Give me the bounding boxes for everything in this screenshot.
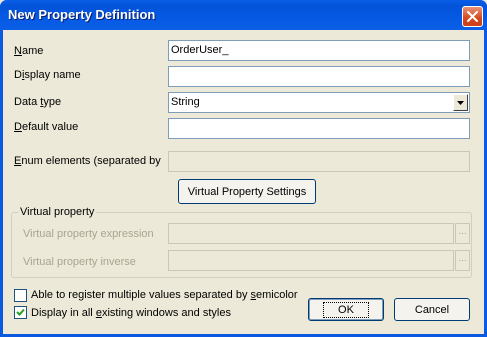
cancel-button[interactable]: Cancel [394,298,470,321]
data-type-select[interactable]: String [168,92,470,113]
expression-browse-button: ... [455,223,470,244]
title-bar[interactable]: New Property Definition [0,0,487,30]
close-icon [467,11,478,22]
window-title: New Property Definition [8,7,156,22]
virtual-property-group-title: Virtual property [18,206,97,218]
name-label: Name [14,45,44,57]
enum-elements-label: Enum elements (separated by [14,155,161,167]
dropdown-button[interactable] [453,94,468,111]
dialog-window: New Property Definition Name OrderUser_ … [0,0,487,337]
ok-button-label: OK [323,301,369,318]
multiple-values-checkbox[interactable] [14,289,27,302]
data-type-value: String [171,96,200,108]
data-type-label: Data type [14,96,62,108]
close-button[interactable] [462,6,483,27]
virtual-property-expression-input [168,223,454,244]
dialog-client: Name OrderUser_ Display name Data type S… [3,30,484,334]
virtual-property-inverse-input [168,250,454,271]
enum-elements-input [168,151,470,172]
chevron-down-icon [457,101,464,105]
checkmark-icon [16,308,25,316]
virtual-property-settings-button[interactable]: Virtual Property Settings [178,179,316,204]
default-value-input[interactable] [168,118,470,139]
multiple-values-label[interactable]: Able to register multiple values separat… [31,289,298,301]
ok-button[interactable]: OK [308,298,384,321]
display-all-checkbox[interactable] [14,306,27,319]
virtual-property-inverse-label: Virtual property inverse [23,256,136,268]
virtual-property-expression-label: Virtual property expression [23,228,154,240]
inverse-browse-button: ... [455,250,470,271]
display-all-label[interactable]: Display in all existing windows and styl… [31,307,231,319]
display-name-label: Display name [14,69,81,81]
name-input[interactable]: OrderUser_ [168,40,470,61]
default-value-label: Default value [14,121,79,133]
display-name-input[interactable] [168,66,470,87]
